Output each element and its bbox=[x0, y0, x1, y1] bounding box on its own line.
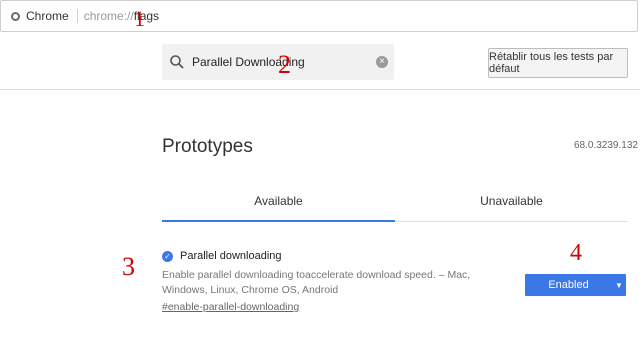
check-circle-icon: ✓ bbox=[162, 250, 173, 262]
site-info[interactable]: Chrome bbox=[11, 9, 69, 23]
address-bar[interactable]: Chrome chrome://flags bbox=[0, 0, 638, 32]
experiment-name: Parallel downloading bbox=[180, 250, 282, 262]
clear-icon[interactable]: × bbox=[376, 56, 388, 68]
annotation-4: 4 bbox=[570, 240, 582, 266]
flags-header: Parallel Downloading × Rétablir tous les… bbox=[0, 32, 640, 90]
search-icon bbox=[170, 55, 184, 69]
divider bbox=[76, 9, 78, 23]
security-label: Chrome bbox=[26, 9, 69, 23]
experiment-description: Enable parallel downloading toaccelerate… bbox=[162, 269, 471, 296]
version-label: 68.0.3239.132 bbox=[574, 140, 638, 151]
url-text[interactable]: chrome://flags bbox=[84, 9, 159, 23]
experiment-state-select[interactable]: Enabled ▼ bbox=[525, 274, 626, 296]
experiment-title: ✓ Parallel downloading bbox=[162, 250, 512, 262]
chrome-page-icon bbox=[11, 11, 20, 21]
tab-divider bbox=[395, 221, 628, 222]
annotation-2: 2 bbox=[278, 50, 291, 79]
select-value: Enabled bbox=[548, 279, 589, 291]
tab-unavailable[interactable]: Unavailable bbox=[395, 180, 628, 222]
tab-bar: Available Unavailable bbox=[162, 180, 628, 222]
page-title: Prototypes bbox=[162, 136, 253, 157]
active-tab-indicator bbox=[162, 220, 395, 222]
url-scheme: chrome:// bbox=[83, 9, 134, 23]
annotation-1: 1 bbox=[134, 6, 145, 31]
experiment-item: ✓ Parallel downloading Enable parallel d… bbox=[162, 250, 512, 313]
annotation-3: 3 bbox=[122, 252, 135, 281]
reset-all-button[interactable]: Rétablir tous les tests par défaut bbox=[488, 48, 628, 78]
tab-available[interactable]: Available bbox=[162, 180, 395, 222]
dropdown-caret-icon: ▼ bbox=[615, 280, 623, 290]
experiment-permalink[interactable]: #enable-parallel-downloading bbox=[162, 301, 512, 313]
